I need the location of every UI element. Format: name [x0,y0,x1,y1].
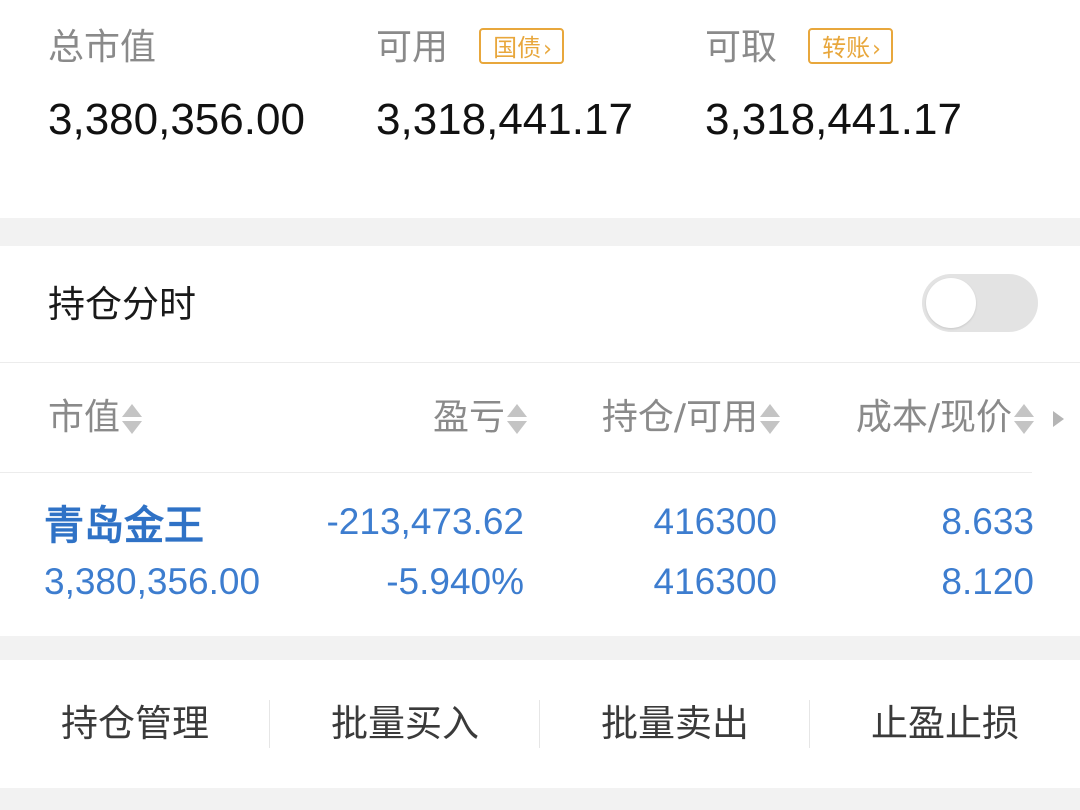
take-profit-stop-loss-button[interactable]: 止盈止损 [810,660,1080,788]
toggle-knob [926,278,976,328]
transfer-tag-label: 转账 [822,34,871,62]
batch-sell-button[interactable]: 批量卖出 [540,660,810,788]
screen: 总市值 3,380,356.00 可用 国债› 3,318,441.17 可取 … [0,0,1080,810]
chevron-right-icon: › [872,37,881,62]
column-header-profit-loss[interactable]: 盈亏 [433,393,527,443]
position-actions-bar: 持仓管理 批量买入 批量卖出 止盈止损 [0,660,1080,788]
available-funds-label-row: 可用 国债› [376,24,564,72]
withdrawable-funds-label-row: 可取 转账› [705,24,893,72]
available-funds-label: 可用 [376,27,449,68]
stock-price: 8.120 [941,561,1034,602]
batch-buy-button[interactable]: 批量买入 [270,660,540,788]
header-divider [0,472,1032,473]
column-header-label: 持仓/可用 [601,397,758,438]
manage-positions-button[interactable]: 持仓管理 [0,660,270,788]
chevron-right-icon: › [543,37,552,62]
sort-icon [122,402,143,436]
account-summary: 总市值 3,380,356.00 可用 国债› 3,318,441.17 可取 … [0,0,1080,218]
treasury-bond-tag-button[interactable]: 国债› [479,28,564,64]
column-header-label: 成本/现价 [855,397,1012,438]
column-header-cost-price[interactable]: 成本/现价 [856,393,1034,443]
stock-profit-loss-pct: -5.940% [386,561,524,602]
intraday-toggle-row: 持仓分时 [0,246,1080,363]
transfer-tag-button[interactable]: 转账› [808,28,893,64]
stock-profit-loss: -213,473.62 [326,501,524,542]
stock-available: 416300 [653,561,777,602]
column-header-market-value[interactable]: 市值 [48,393,143,443]
intraday-toggle-switch[interactable] [922,274,1038,332]
column-header-holding-available[interactable]: 持仓/可用 [602,393,780,443]
withdrawable-funds-amount: 3,318,441.17 [705,95,962,144]
column-header-label: 盈亏 [432,397,505,438]
sort-icon [1014,402,1034,436]
positions-card: 持仓分时 市值 盈亏 持仓/可用 成本/现价 青岛金王 3,380,356.00 [0,246,1080,636]
total-market-value-label-row: 总市值 [48,24,156,72]
stock-cost: 8.633 [941,501,1034,542]
stock-market-value: 3,380,356.00 [44,561,261,602]
stock-name: 青岛金王 [44,503,204,549]
column-header-label: 市值 [48,397,121,438]
total-market-value-amount: 3,380,356.00 [48,95,305,144]
intraday-toggle-label: 持仓分时 [48,283,196,326]
scroll-right-icon[interactable] [1053,411,1064,427]
available-funds-amount: 3,318,441.17 [376,95,633,144]
table-row[interactable]: 青岛金王 3,380,356.00 -213,473.62 -5.940% 41… [0,474,1080,636]
total-market-value-label: 总市值 [48,27,157,68]
stock-holding: 416300 [653,501,777,542]
treasury-bond-tag-label: 国债 [493,34,542,62]
positions-table-header: 市值 盈亏 持仓/可用 成本/现价 [0,363,1080,473]
sort-icon [507,402,527,436]
withdrawable-funds-label: 可取 [705,27,778,68]
sort-icon [760,402,780,436]
